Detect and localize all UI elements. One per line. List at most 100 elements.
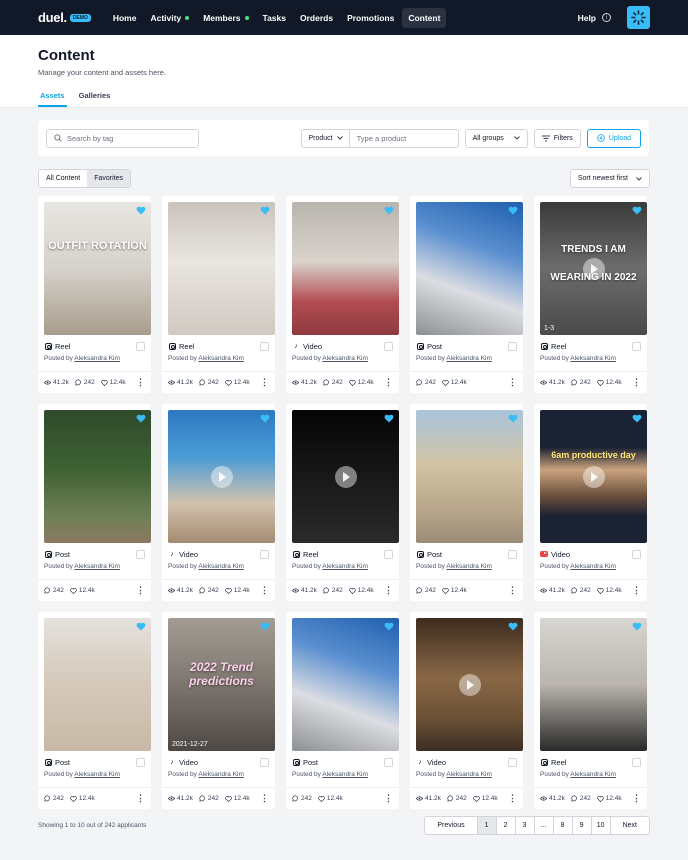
select-checkbox[interactable] bbox=[384, 341, 393, 351]
author-link[interactable]: Aleksandra Kim bbox=[74, 563, 120, 570]
more-options-icon[interactable]: ⋮ bbox=[136, 585, 145, 596]
select-checkbox[interactable] bbox=[384, 757, 393, 767]
author-link[interactable]: Aleksandra Kim bbox=[322, 355, 368, 362]
content-card[interactable]: 6am productive day Video Posted by Aleksan… bbox=[534, 404, 647, 601]
more-options-icon[interactable]: ⋮ bbox=[508, 585, 517, 596]
favorite-button[interactable] bbox=[136, 414, 146, 423]
card-thumbnail[interactable] bbox=[44, 618, 151, 751]
more-options-icon[interactable]: ⋮ bbox=[632, 377, 641, 388]
author-link[interactable]: Aleksandra Kim bbox=[198, 771, 244, 778]
favorites-button[interactable]: Favorites bbox=[87, 170, 131, 187]
card-thumbnail[interactable] bbox=[292, 410, 399, 543]
search-input[interactable]: Search by tag bbox=[46, 128, 199, 148]
play-icon[interactable] bbox=[582, 257, 605, 280]
favorite-heart-icon[interactable] bbox=[260, 622, 270, 631]
content-card[interactable]: Post Posted by Aleksandra Kim 242 12.4k ⋮ bbox=[410, 404, 523, 601]
favorite-button[interactable] bbox=[384, 206, 394, 215]
more-options-icon[interactable]: ⋮ bbox=[632, 793, 641, 804]
favorite-button[interactable] bbox=[508, 414, 518, 423]
more-options-icon[interactable]: ⋮ bbox=[260, 585, 269, 596]
more-options-icon[interactable]: ⋮ bbox=[384, 377, 393, 388]
groups-select[interactable]: All groups bbox=[464, 128, 528, 148]
favorite-heart-icon[interactable] bbox=[384, 414, 394, 423]
favorite-button[interactable] bbox=[632, 622, 642, 631]
nav-item-activity[interactable]: Activity bbox=[144, 8, 195, 28]
favorite-button[interactable] bbox=[136, 206, 146, 215]
content-card[interactable]: Reel Posted by Aleksandra Kim 41.2k 242 12.4… bbox=[286, 404, 399, 601]
card-thumbnail[interactable] bbox=[292, 202, 399, 335]
card-thumbnail[interactable] bbox=[416, 202, 523, 335]
nav-item-home[interactable]: Home bbox=[107, 8, 143, 28]
favorite-heart-icon[interactable] bbox=[384, 622, 394, 631]
nav-item-promotions[interactable]: Promotions bbox=[341, 8, 400, 28]
author-link[interactable]: Aleksandra Kim bbox=[446, 355, 492, 362]
logo[interactable]: duel. DEMO bbox=[38, 10, 91, 25]
content-card[interactable]: Post Posted by Aleksandra Kim 242 12.4k ⋮ bbox=[410, 196, 523, 393]
favorite-heart-icon[interactable] bbox=[136, 622, 146, 631]
more-options-icon[interactable]: ⋮ bbox=[136, 377, 145, 388]
card-thumbnail[interactable] bbox=[416, 618, 523, 751]
card-thumbnail[interactable]: 6am productive day bbox=[540, 410, 647, 543]
content-card[interactable]: Post Posted by Aleksandra Kim 242 12.4k ⋮ bbox=[38, 612, 151, 809]
select-checkbox[interactable] bbox=[136, 757, 145, 767]
product-select[interactable]: Product bbox=[302, 129, 350, 147]
favorite-heart-icon[interactable] bbox=[260, 414, 270, 423]
card-thumbnail[interactable] bbox=[168, 410, 275, 543]
card-thumbnail[interactable] bbox=[416, 410, 523, 543]
next-page-button[interactable]: Next bbox=[609, 817, 649, 834]
card-thumbnail[interactable] bbox=[168, 202, 275, 335]
select-checkbox[interactable] bbox=[632, 757, 641, 767]
select-checkbox[interactable] bbox=[508, 757, 517, 767]
more-options-icon[interactable]: ⋮ bbox=[508, 793, 517, 804]
page-8[interactable]: 8 bbox=[552, 817, 572, 834]
favorite-heart-icon[interactable] bbox=[260, 206, 270, 215]
select-checkbox[interactable] bbox=[384, 549, 393, 559]
more-options-icon[interactable]: ⋮ bbox=[384, 585, 393, 596]
favorite-button[interactable] bbox=[384, 622, 394, 631]
favorite-heart-icon[interactable] bbox=[508, 414, 518, 423]
favorite-button[interactable] bbox=[508, 622, 518, 631]
nav-item-orderds[interactable]: Orderds bbox=[294, 8, 339, 28]
more-options-icon[interactable]: ⋮ bbox=[632, 585, 641, 596]
author-link[interactable]: Aleksandra Kim bbox=[570, 355, 616, 362]
play-icon[interactable] bbox=[582, 465, 605, 488]
product-input[interactable]: Type a product bbox=[350, 130, 458, 147]
card-thumbnail[interactable] bbox=[292, 618, 399, 751]
nav-item-tasks[interactable]: Tasks bbox=[257, 8, 292, 28]
author-link[interactable]: Aleksandra Kim bbox=[446, 563, 492, 570]
card-thumbnail[interactable]: TRENDS I AM WEARING IN 2022 1-3 bbox=[540, 202, 647, 335]
upload-button[interactable]: Upload bbox=[586, 128, 641, 148]
info-icon[interactable]: i bbox=[602, 13, 611, 22]
favorite-heart-icon[interactable] bbox=[632, 414, 642, 423]
card-thumbnail[interactable] bbox=[540, 618, 647, 751]
content-card[interactable]: OUTFIT ROTATION Reel Posted by Aleksandra … bbox=[38, 196, 151, 393]
content-card[interactable]: ♪ Video Posted by Aleksandra Kim 41.2k 242 12… bbox=[410, 612, 523, 809]
author-link[interactable]: Aleksandra Kim bbox=[198, 355, 244, 362]
favorite-button[interactable] bbox=[632, 414, 642, 423]
author-link[interactable]: Aleksandra Kim bbox=[446, 771, 492, 778]
previous-page-button[interactable]: Previous bbox=[425, 817, 476, 834]
play-icon[interactable] bbox=[334, 465, 357, 488]
favorite-heart-icon[interactable] bbox=[632, 622, 642, 631]
favorite-button[interactable] bbox=[384, 414, 394, 423]
favorite-heart-icon[interactable] bbox=[632, 206, 642, 215]
page-3[interactable]: 3 bbox=[514, 817, 534, 834]
author-link[interactable]: Aleksandra Kim bbox=[570, 563, 616, 570]
author-link[interactable]: Aleksandra Kim bbox=[74, 355, 120, 362]
author-link[interactable]: Aleksandra Kim bbox=[322, 563, 368, 570]
select-checkbox[interactable] bbox=[260, 341, 269, 351]
more-options-icon[interactable]: ⋮ bbox=[508, 377, 517, 388]
nav-item-members[interactable]: Members bbox=[197, 8, 254, 28]
select-checkbox[interactable] bbox=[136, 549, 145, 559]
content-card[interactable]: Post Posted by Aleksandra Kim 242 12.4k ⋮ bbox=[286, 612, 399, 809]
content-card[interactable]: 2022 Trend predictions 2021-12-27 ♪ Video Po… bbox=[162, 612, 275, 809]
content-card[interactable]: ♪ Video Posted by Aleksandra Kim 41.2k 242 12… bbox=[162, 404, 275, 601]
favorite-button[interactable] bbox=[508, 206, 518, 215]
content-card[interactable]: Reel Posted by Aleksandra Kim 41.2k 242 12.4… bbox=[162, 196, 275, 393]
more-options-icon[interactable]: ⋮ bbox=[384, 793, 393, 804]
page-1[interactable]: 1 bbox=[476, 817, 496, 834]
select-checkbox[interactable] bbox=[260, 757, 269, 767]
tab-galleries[interactable]: Galleries bbox=[77, 91, 113, 107]
card-thumbnail[interactable] bbox=[44, 410, 151, 543]
author-link[interactable]: Aleksandra Kim bbox=[198, 563, 244, 570]
